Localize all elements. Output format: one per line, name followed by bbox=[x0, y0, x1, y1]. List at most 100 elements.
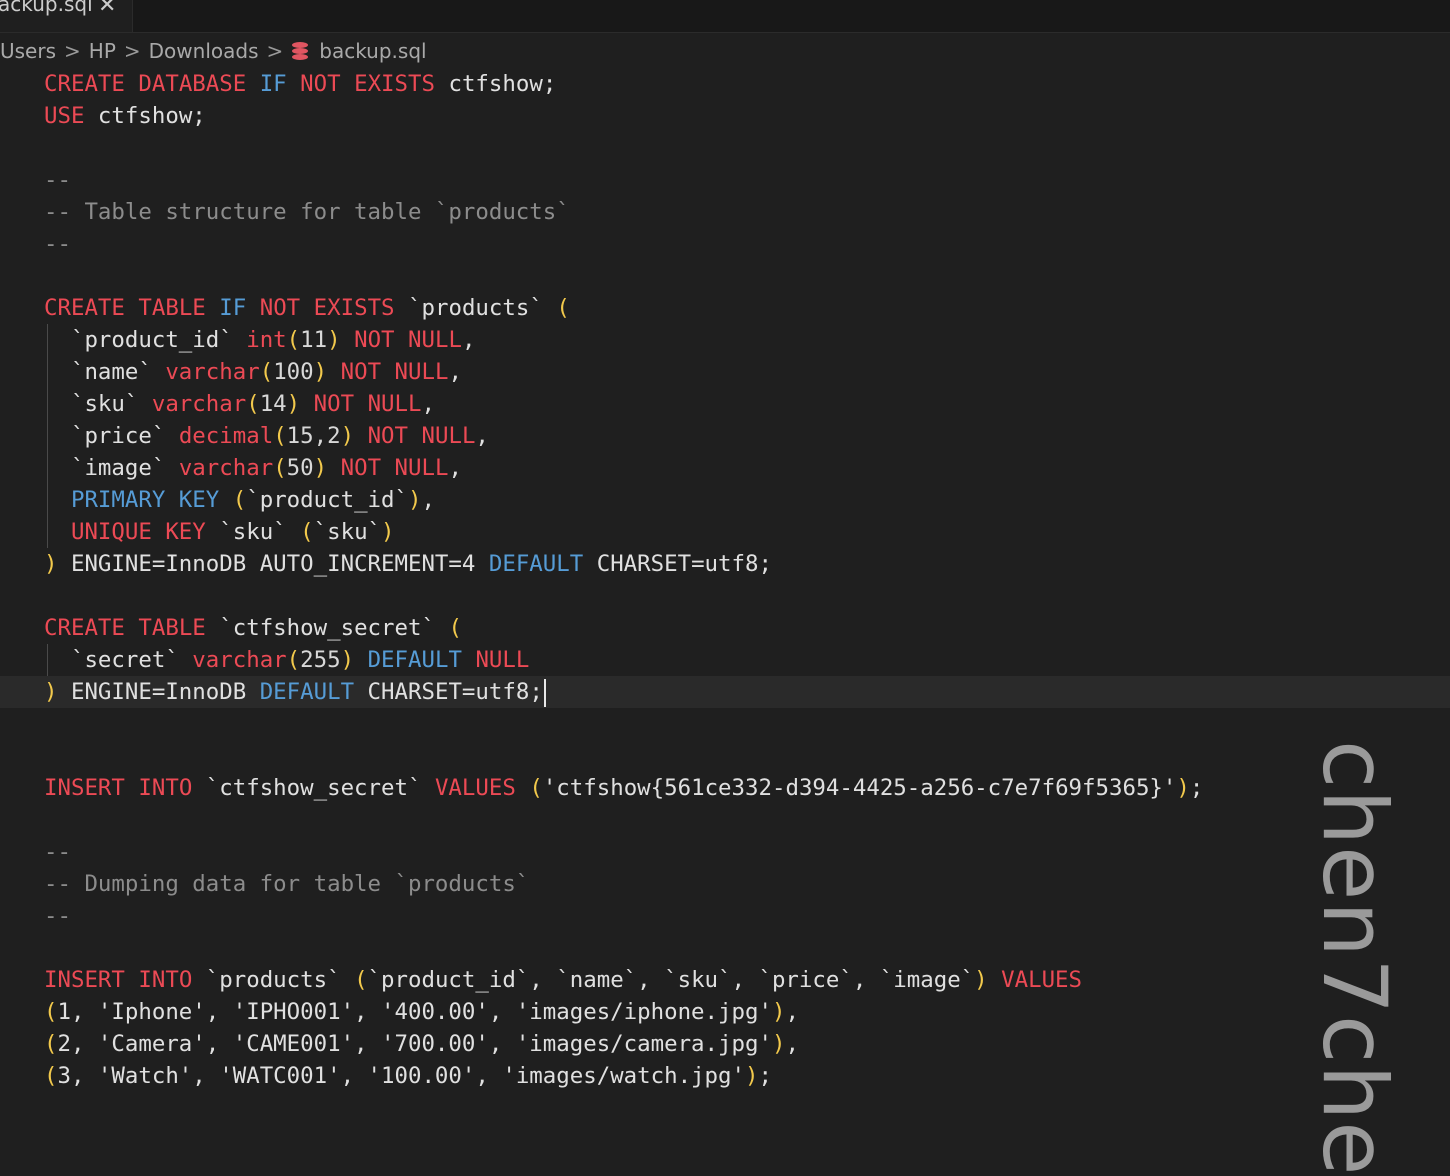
code-line[interactable] bbox=[0, 740, 1450, 772]
code-token: CHARSET=utf8; bbox=[354, 679, 543, 705]
text-cursor bbox=[543, 678, 546, 707]
code-token: `name` bbox=[44, 359, 166, 385]
breadcrumb-item-file[interactable]: backup.sql bbox=[319, 39, 426, 63]
database-icon bbox=[291, 41, 309, 61]
code-line[interactable]: -- bbox=[0, 900, 1450, 932]
code-token: -- bbox=[44, 839, 71, 865]
code-line[interactable]: `price` decimal(15,2) NOT NULL, bbox=[0, 420, 1450, 452]
code-line[interactable]: INSERT INTO `products` (`product_id`, `n… bbox=[0, 964, 1450, 996]
code-line[interactable]: (1, 'Iphone', 'IPHO001', '400.00', 'imag… bbox=[0, 996, 1450, 1028]
code-token: IF bbox=[219, 295, 247, 321]
code-token: `sku` bbox=[313, 519, 382, 545]
code-token: 3, 'Watch', 'WATC001', '100.00', 'images… bbox=[57, 1063, 745, 1089]
chevron-right-icon: > bbox=[64, 39, 81, 63]
code-token: , bbox=[475, 423, 489, 449]
code-token: 14 bbox=[259, 391, 287, 417]
code-line[interactable]: `image` varchar(50) NOT NULL, bbox=[0, 452, 1450, 484]
code-line[interactable]: UNIQUE KEY `sku` (`sku`) bbox=[0, 516, 1450, 548]
code-token: NOT bbox=[300, 71, 341, 97]
code-line[interactable] bbox=[0, 708, 1450, 740]
code-line[interactable]: (3, 'Watch', 'WATC001', '100.00', 'image… bbox=[0, 1060, 1450, 1092]
code-line[interactable]: CREATE TABLE `ctfshow_secret` ( bbox=[0, 612, 1450, 644]
code-token: 2, 'Camera', 'CAME001', '700.00', 'image… bbox=[57, 1031, 772, 1057]
code-line[interactable]: -- bbox=[0, 164, 1450, 196]
code-token: ) bbox=[44, 679, 58, 705]
code-token: NULL bbox=[408, 327, 462, 353]
code-token: ) bbox=[313, 455, 328, 481]
code-token: NOT bbox=[313, 391, 355, 417]
code-token: ) bbox=[327, 327, 341, 353]
code-token: NULL bbox=[394, 455, 449, 481]
code-line[interactable]: INSERT INTO `ctfshow_secret` VALUES ('ct… bbox=[0, 772, 1450, 804]
code-token: ( bbox=[44, 999, 58, 1025]
code-token: `image` bbox=[44, 455, 179, 481]
code-token: CREATE bbox=[44, 295, 125, 321]
code-line[interactable] bbox=[0, 260, 1450, 292]
tab-bar: ackup.sql ✕ bbox=[0, 0, 1450, 33]
watermark: chen7chen bbox=[1303, 740, 1406, 1176]
close-icon[interactable]: ✕ bbox=[98, 0, 116, 18]
code-token: `secret` bbox=[44, 647, 193, 673]
code-editor[interactable]: CREATE DATABASE IF NOT EXISTS ctfshow; US… bbox=[0, 68, 1450, 1092]
code-line[interactable] bbox=[0, 932, 1450, 964]
code-line[interactable] bbox=[0, 804, 1450, 836]
code-line[interactable]: ) ENGINE=InnoDB AUTO_INCREMENT=4 DEFAULT… bbox=[0, 548, 1450, 580]
code-token: 15,2 bbox=[286, 423, 341, 449]
code-line[interactable] bbox=[0, 132, 1450, 164]
code-token: DEFAULT bbox=[259, 679, 355, 705]
tab-backup-sql[interactable]: ackup.sql ✕ bbox=[0, 0, 133, 32]
indent-guide bbox=[47, 452, 48, 484]
code-line[interactable]: PRIMARY KEY (`product_id`), bbox=[0, 484, 1450, 516]
code-line[interactable]: ) ENGINE=InnoDB DEFAULT CHARSET=utf8; bbox=[0, 676, 1450, 708]
code-line[interactable]: -- bbox=[0, 228, 1450, 260]
code-token: ( bbox=[286, 327, 301, 353]
code-line[interactable]: `product_id` int(11) NOT NULL, bbox=[0, 324, 1450, 356]
chevron-right-icon: > bbox=[266, 39, 284, 63]
code-token: NOT bbox=[340, 455, 382, 481]
breadcrumb-item-hp[interactable]: HP bbox=[89, 39, 116, 63]
indent-guide bbox=[47, 644, 48, 676]
code-line[interactable]: -- Table structure for table `products` bbox=[0, 196, 1450, 228]
code-line[interactable]: -- Dumping data for table `products` bbox=[0, 868, 1450, 900]
code-token: 11 bbox=[300, 327, 328, 353]
code-line[interactable]: (2, 'Camera', 'CAME001', '700.00', 'imag… bbox=[0, 1028, 1450, 1060]
tab-label[interactable]: ackup.sql bbox=[0, 0, 93, 16]
code-line[interactable]: USE ctfshow; bbox=[0, 100, 1450, 132]
code-token: -- Dumping data for table `products` bbox=[44, 871, 530, 897]
code-token: ( bbox=[286, 647, 301, 673]
code-token: UNIQUE KEY bbox=[70, 519, 206, 545]
code-token: ) bbox=[286, 391, 301, 417]
code-token: CREATE bbox=[44, 71, 125, 97]
code-line[interactable]: CREATE DATABASE IF NOT EXISTS ctfshow; bbox=[0, 68, 1450, 100]
code-line[interactable]: `secret` varchar(255) DEFAULT NULL bbox=[0, 644, 1450, 676]
code-token: decimal bbox=[178, 423, 274, 449]
code-token: ; bbox=[1189, 775, 1204, 801]
code-token: TABLE bbox=[138, 615, 206, 641]
indent-guide bbox=[47, 388, 48, 420]
code-token: `product_id` bbox=[246, 487, 408, 513]
code-line[interactable]: `sku` varchar(14) NOT NULL, bbox=[0, 388, 1450, 420]
code-token: 'ctfshow{561ce332-d394-4425-a256-c7e7f69… bbox=[542, 775, 1177, 801]
code-token: NULL bbox=[421, 423, 476, 449]
code-token: `products` bbox=[394, 295, 557, 321]
code-token: EXISTS bbox=[354, 71, 435, 97]
indent-guide bbox=[47, 420, 48, 452]
code-line[interactable] bbox=[0, 580, 1450, 612]
breadcrumb-item-downloads[interactable]: Downloads bbox=[149, 39, 259, 63]
code-line[interactable]: -- bbox=[0, 836, 1450, 868]
code-token: ( bbox=[273, 423, 287, 449]
code-line[interactable]: CREATE TABLE IF NOT EXISTS `products` ( bbox=[0, 292, 1450, 324]
breadcrumb-item-users[interactable]: Users bbox=[0, 39, 56, 63]
code-line[interactable]: `name` varchar(100) NOT NULL, bbox=[0, 356, 1450, 388]
